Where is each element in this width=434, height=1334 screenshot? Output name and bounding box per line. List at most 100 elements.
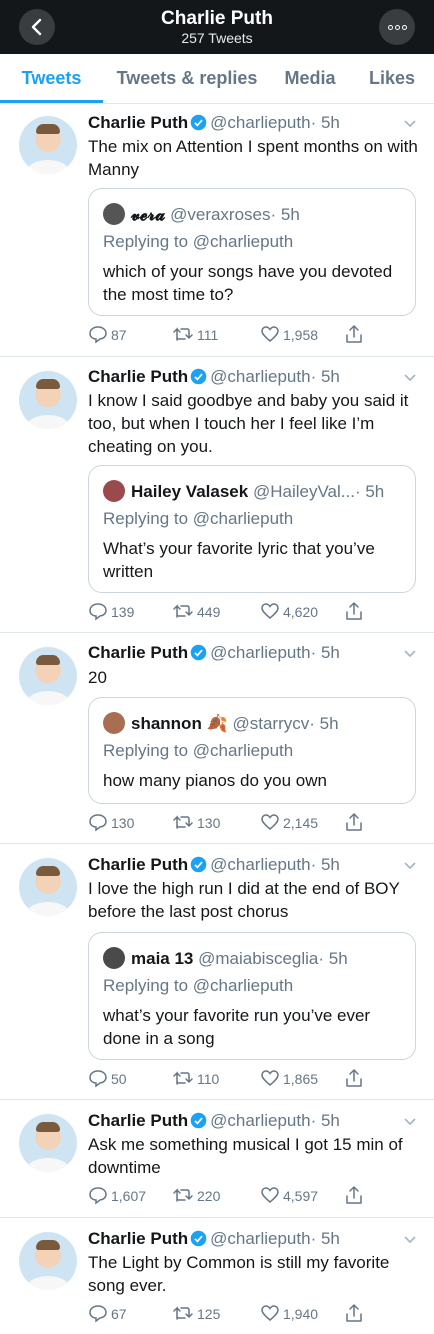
retweet-button[interactable]: 449 (172, 601, 220, 623)
reply-icon (89, 1187, 107, 1205)
profile-header: Charlie Puth 257 Tweets (0, 0, 434, 54)
share-button[interactable] (344, 812, 367, 834)
reply-button[interactable]: 67 (88, 1303, 127, 1325)
avatar (103, 203, 125, 225)
tweet[interactable]: Charlie Puth @charlieputh· 5h Ask me some… (0, 1100, 434, 1218)
reply-icon (89, 1305, 107, 1323)
share-button[interactable] (344, 1303, 367, 1325)
reply-button[interactable]: 130 (88, 812, 134, 834)
avatar[interactable] (19, 858, 77, 916)
quoted-author-name: shannon 🍂 (131, 714, 228, 733)
chevron-down-icon[interactable] (404, 118, 416, 130)
more-dot-icon (387, 24, 393, 30)
more-options-button[interactable] (379, 9, 415, 45)
tweet[interactable]: Charlie Puth @charlieputh· 5h 20 shannon … (0, 633, 434, 844)
share-button[interactable] (344, 601, 367, 623)
reply-count: 50 (111, 1071, 127, 1087)
share-icon (346, 602, 362, 620)
quoted-time: · 5h (270, 205, 300, 224)
retweet-button[interactable]: 130 (172, 812, 220, 834)
share-button[interactable] (344, 1185, 367, 1207)
like-button[interactable]: 2,145 (260, 812, 318, 834)
chevron-down-icon[interactable] (404, 1234, 416, 1246)
tweet[interactable]: Charlie Puth @charlieputh· 5h I know I sa… (0, 357, 434, 633)
share-button[interactable] (344, 1068, 367, 1090)
heart-icon (261, 603, 279, 619)
tweet-time: · 5h (310, 113, 340, 132)
chevron-down-icon[interactable] (404, 860, 416, 872)
avatar (103, 947, 125, 969)
like-button[interactable]: 4,620 (260, 601, 318, 623)
avatar (103, 480, 125, 502)
tweet-author-name[interactable]: Charlie Puth (88, 855, 188, 874)
tweet-text: I love the high run I did at the end of … (88, 879, 400, 921)
tweet-author-handle: @charlieputh (210, 113, 311, 132)
retweet-button[interactable]: 111 (172, 324, 218, 346)
tab-tweets-and-replies[interactable]: Tweets & replies (106, 54, 268, 104)
tweet-count: 257 Tweets (181, 30, 253, 46)
tweet-author-name[interactable]: Charlie Puth (88, 113, 188, 132)
avatar[interactable] (19, 116, 77, 174)
reply-button[interactable]: 1,607 (88, 1185, 146, 1207)
quoted-author-name: Hailey Valasek (131, 482, 249, 501)
avatar[interactable] (19, 647, 77, 705)
like-button[interactable]: 1,865 (260, 1068, 318, 1090)
share-button[interactable] (344, 324, 367, 346)
retweet-button[interactable]: 125 (172, 1303, 220, 1325)
tweet-actions: 50 110 1,865 (88, 1068, 388, 1090)
tweet-author-name[interactable]: Charlie Puth (88, 367, 188, 386)
reply-button[interactable]: 139 (88, 601, 134, 623)
quoted-tweet-text: how many pianos do you own (103, 771, 327, 790)
tweet-author-name[interactable]: Charlie Puth (88, 1229, 188, 1248)
verified-badge-icon (190, 1112, 207, 1129)
verified-badge-icon (190, 114, 207, 131)
retweet-button[interactable]: 110 (172, 1068, 219, 1090)
chevron-down-icon[interactable] (404, 648, 416, 660)
reply-button[interactable]: 50 (88, 1068, 127, 1090)
quoted-tweet[interactable]: shannon 🍂 @starrycv· 5h Replying to @cha… (88, 697, 416, 804)
verified-badge-icon (190, 1230, 207, 1247)
like-button[interactable]: 4,597 (260, 1185, 318, 1207)
tab-media[interactable]: Media (272, 54, 348, 104)
active-tab-indicator (0, 100, 103, 103)
tweet-author-handle: @charlieputh (210, 367, 311, 386)
tweet-author-name[interactable]: Charlie Puth (88, 643, 188, 662)
retweet-icon (173, 327, 193, 341)
heart-icon (261, 326, 279, 342)
quoted-author-handle: @maiabisceglia (198, 949, 319, 968)
like-count: 4,597 (283, 1188, 319, 1204)
tweet-author-name[interactable]: Charlie Puth (88, 1111, 188, 1130)
quoted-tweet[interactable]: maia 13 @maiabisceglia· 5h Replying to @… (88, 932, 416, 1060)
reply-count: 130 (111, 815, 135, 831)
avatar[interactable] (19, 1232, 77, 1290)
tweet-actions: 67 125 1,940 (88, 1303, 388, 1325)
quoted-tweet-text: What’s your favorite lyric that you’ve w… (103, 539, 375, 581)
tab-likes[interactable]: Likes (358, 54, 426, 104)
replying-to-text: Replying to @charlieputh (103, 232, 294, 251)
quoted-time: · 5h (354, 482, 385, 501)
replying-to-text: Replying to @charlieputh (103, 509, 294, 528)
tweet[interactable]: Charlie Puth @charlieputh· 5h The Light b… (0, 1218, 434, 1334)
chevron-down-icon[interactable] (404, 372, 416, 384)
reply-button[interactable]: 87 (88, 324, 127, 346)
avatar[interactable] (19, 371, 77, 429)
tweet[interactable]: Charlie Puth @charlieputh· 5h The mix on … (0, 104, 434, 357)
tweet[interactable]: Charlie Puth @charlieputh· 5h I love the … (0, 844, 434, 1100)
tweet-text: I know I said goodbye and baby you said … (88, 391, 409, 456)
like-count: 1,865 (283, 1071, 319, 1087)
chevron-down-icon[interactable] (404, 1116, 416, 1128)
tab-tweets[interactable]: Tweets (0, 54, 103, 104)
like-button[interactable]: 1,940 (260, 1303, 318, 1325)
tweet-actions: 139 449 4,620 (88, 601, 388, 623)
like-button[interactable]: 1,958 (260, 324, 318, 346)
tweet-time: · 5h (310, 1111, 340, 1130)
tweet-author-handle: @charlieputh (210, 855, 311, 874)
tweet-time: · 5h (310, 367, 340, 386)
avatar[interactable] (19, 1114, 77, 1172)
retweet-button[interactable]: 220 (172, 1185, 220, 1207)
quoted-author-handle: @starrycv (232, 714, 310, 733)
tweet-actions: 130 130 2,145 (88, 812, 388, 834)
quoted-tweet[interactable]: 𝓿𝓮𝓻𝓪 @veraxroses· 5h Replying to @charli… (88, 188, 416, 316)
retweet-count: 130 (197, 815, 221, 831)
quoted-tweet[interactable]: Hailey Valasek @HaileyVal...· 5h Replyin… (88, 465, 416, 593)
